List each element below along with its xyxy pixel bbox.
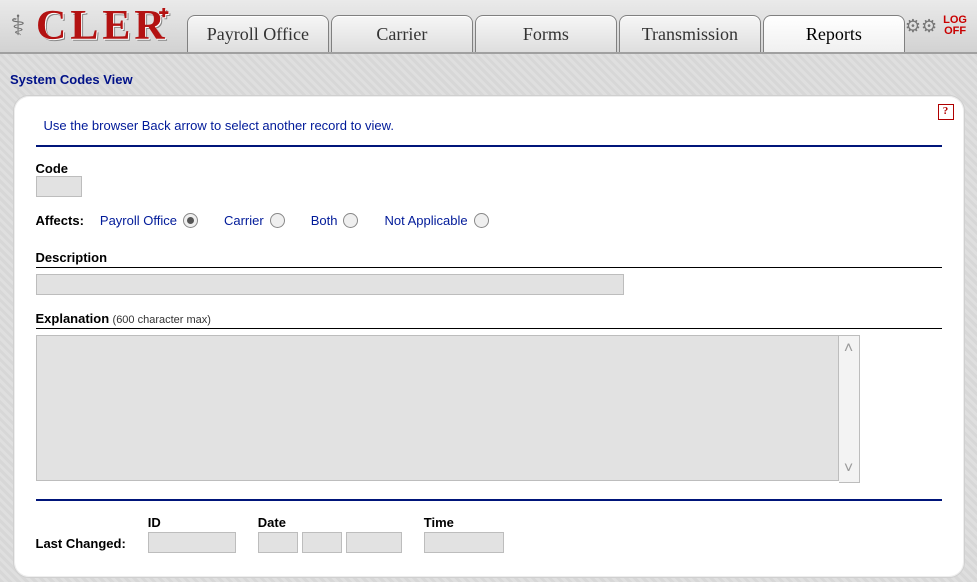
date-part-2: [302, 532, 342, 553]
explanation-label: Explanation: [36, 311, 110, 326]
explanation-note: (600 character max): [113, 314, 211, 326]
log-off-button[interactable]: LOG OFF: [943, 15, 967, 37]
affects-option-label: Carrier: [224, 213, 264, 228]
code-field-block: Code: [36, 161, 942, 197]
time-label: Time: [424, 515, 504, 530]
radio-icon: [343, 213, 358, 228]
description-label: Description: [36, 250, 942, 265]
app-logo: CLER✚: [36, 2, 183, 50]
explanation-wrap: ˄ ˅: [36, 335, 860, 483]
code-label: Code: [36, 161, 942, 176]
affects-option-label: Payroll Office: [100, 213, 177, 228]
instruction-text: Use the browser Back arrow to select ano…: [36, 112, 942, 141]
explanation-field-block: Explanation (600 character max) ˄ ˅: [36, 311, 942, 483]
id-label: ID: [148, 515, 236, 530]
date-part-3: [346, 532, 402, 553]
affects-option-carrier[interactable]: Carrier: [224, 213, 285, 228]
code-value-box: [36, 176, 82, 197]
caduceus-icon: ⚕: [6, 4, 30, 48]
affects-option-both[interactable]: Both: [311, 213, 359, 228]
scroll-down-icon[interactable]: ˅: [844, 456, 853, 482]
log-off-line2: OFF: [943, 26, 967, 37]
scroll-up-icon[interactable]: ˄: [844, 336, 853, 362]
date-part-1: [258, 532, 298, 553]
header-right-controls: ⚙⚙ LOG OFF: [905, 0, 977, 52]
time-value-box: [424, 532, 504, 553]
date-label: Date: [258, 515, 402, 530]
tab-reports[interactable]: Reports: [763, 15, 905, 52]
tab-payroll-office[interactable]: Payroll Office: [187, 15, 329, 52]
app-logo-text: CLER: [36, 3, 169, 49]
explanation-scrollbar[interactable]: ˄ ˅: [839, 335, 860, 483]
nav-tabs: Payroll Office Carrier Forms Transmissio…: [187, 0, 905, 52]
affects-option-not-applicable[interactable]: Not Applicable: [384, 213, 488, 228]
logo-area: ⚕ CLER✚: [0, 0, 187, 52]
affects-option-label: Not Applicable: [384, 213, 467, 228]
affects-row: Affects: Payroll Office Carrier Both Not…: [36, 213, 942, 228]
main-panel: ? Use the browser Back arrow to select a…: [13, 95, 965, 578]
date-value-boxes: [258, 532, 402, 553]
radio-icon: [183, 213, 198, 228]
divider-top: [36, 145, 942, 147]
radio-icon: [270, 213, 285, 228]
affects-label: Affects:: [36, 213, 84, 228]
affects-option-label: Both: [311, 213, 338, 228]
tab-transmission[interactable]: Transmission: [619, 15, 761, 52]
page-title: System Codes View: [0, 54, 977, 93]
last-changed-row: Last Changed: ID Date Time: [36, 515, 942, 553]
id-value-box: [148, 532, 236, 553]
last-changed-date-col: Date: [258, 515, 402, 553]
divider-bottom: [36, 499, 942, 501]
affects-option-payroll-office[interactable]: Payroll Office: [100, 213, 198, 228]
settings-gears-icon[interactable]: ⚙⚙: [905, 16, 937, 37]
plus-icon: ✚: [159, 6, 173, 20]
description-value-box: [36, 274, 624, 295]
help-icon[interactable]: ?: [938, 104, 954, 120]
description-field-block: Description: [36, 250, 942, 295]
last-changed-id-col: ID: [148, 515, 236, 553]
tab-carrier[interactable]: Carrier: [331, 15, 473, 52]
last-changed-time-col: Time: [424, 515, 504, 553]
radio-icon: [474, 213, 489, 228]
last-changed-label: Last Changed:: [36, 536, 126, 553]
explanation-value-box: [36, 335, 839, 481]
top-bar: ⚕ CLER✚ Payroll Office Carrier Forms Tra…: [0, 0, 977, 54]
tab-forms[interactable]: Forms: [475, 15, 617, 52]
description-divider: [36, 267, 942, 268]
explanation-divider: [36, 328, 942, 329]
